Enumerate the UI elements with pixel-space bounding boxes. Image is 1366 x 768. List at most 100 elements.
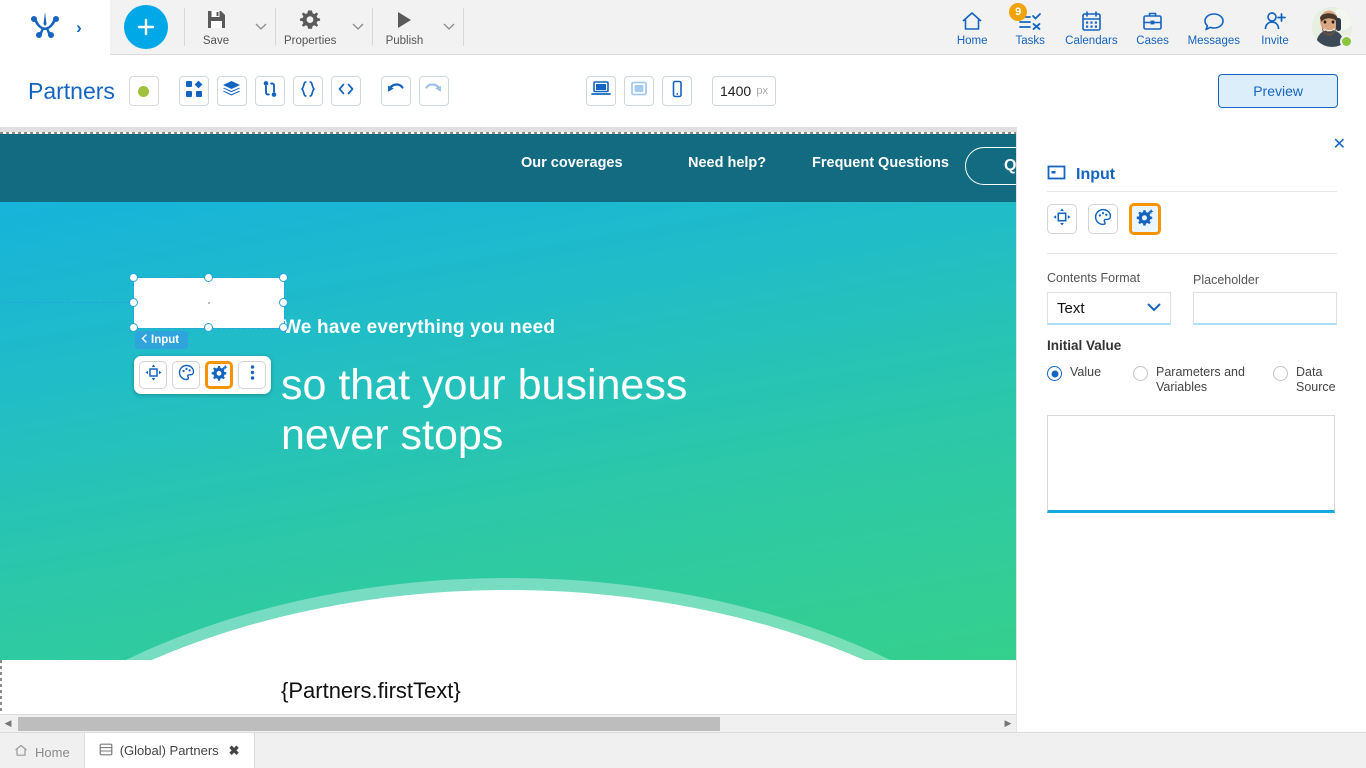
save-button[interactable]: Save — [185, 0, 247, 55]
bottom-tab-bar: Home (Global) Partners ✖ — [0, 732, 1366, 768]
chevron-down-icon — [255, 23, 267, 31]
move-resize-icon — [145, 364, 162, 386]
scrollbar-track[interactable] — [16, 715, 1000, 733]
device-desktop-button[interactable] — [586, 76, 616, 106]
save-dropdown-button[interactable] — [247, 0, 275, 55]
nav-item-messages[interactable]: Messages — [1182, 0, 1246, 55]
panel-tab-group — [1047, 203, 1161, 235]
avatar[interactable] — [1312, 7, 1353, 48]
widgets-icon — [185, 80, 203, 103]
page-title: Partners — [28, 77, 115, 104]
publish-dropdown-button[interactable] — [435, 0, 463, 55]
preview-button[interactable]: Preview — [1218, 74, 1338, 108]
chevron-right-icon[interactable]: › — [76, 19, 82, 36]
braces-button[interactable] — [292, 76, 323, 106]
bottom-tab-home-label: Home — [35, 744, 70, 760]
resize-handle-ne[interactable] — [279, 273, 288, 282]
more-options-button[interactable] — [238, 361, 266, 389]
selection-breadcrumb-tag[interactable]: Input — [135, 331, 189, 349]
panel-tab-settings[interactable] — [1129, 203, 1161, 235]
site-nav-frequent-questions[interactable]: Frequent Questions — [812, 155, 949, 171]
briefcase-icon — [1141, 8, 1164, 32]
resize-handle-se[interactable] — [279, 323, 288, 332]
resize-handle-n[interactable] — [204, 273, 213, 282]
canvas-horizontal-scrollbar[interactable]: ◀ ▶ — [0, 714, 1016, 732]
properties-dropdown-button[interactable] — [344, 0, 372, 55]
palette-icon — [1094, 208, 1112, 231]
resize-handle-nw[interactable] — [129, 273, 138, 282]
nav-item-tasks[interactable]: 9 Tasks — [1001, 0, 1059, 55]
nav-item-home[interactable]: Home — [943, 0, 1001, 55]
canvas-area[interactable]: Our coverages Need help? Frequent Questi… — [0, 127, 1016, 732]
canvas-width-unit: px — [756, 85, 768, 97]
panel-tab-style[interactable] — [1088, 204, 1118, 234]
top-nav-group: Home 9 Tasks Calendars Cases Messages In… — [943, 0, 1366, 55]
selected-input-widget[interactable] — [129, 273, 288, 332]
radio-option-value[interactable]: Value — [1047, 365, 1133, 395]
play-icon — [394, 8, 414, 32]
device-tablet-button[interactable] — [624, 76, 654, 106]
code-button[interactable] — [330, 76, 361, 106]
properties-button[interactable]: Properties — [276, 0, 344, 55]
radio-option-parameters-variables[interactable]: Parameters and Variables — [1133, 365, 1273, 395]
publish-button[interactable]: Publish — [373, 0, 435, 55]
bottom-tab-home[interactable]: Home — [0, 736, 84, 768]
site-nav-need-help[interactable]: Need help? — [688, 155, 766, 171]
radio-value-label: Value — [1070, 365, 1102, 379]
app-root: › Save Properties Publish Home 9 Tasks C… — [0, 0, 1366, 768]
invite-user-icon — [1263, 8, 1287, 32]
publish-tool-group: Publish — [373, 0, 463, 55]
site-header-cta-button[interactable]: Q — [965, 147, 1016, 185]
scroll-right-arrow[interactable]: ▶ — [1000, 718, 1016, 729]
close-icon[interactable]: ✕ — [1333, 137, 1346, 153]
data-flow-button[interactable] — [254, 76, 285, 106]
scroll-left-arrow[interactable]: ◀ — [0, 718, 16, 729]
canvas-width-field[interactable]: 1400 px — [712, 76, 776, 106]
resize-handle-s[interactable] — [204, 323, 213, 332]
layers-icon — [222, 80, 241, 103]
bottom-tab-global-partners[interactable]: (Global) Partners ✖ — [83, 732, 255, 768]
resize-handle-w[interactable] — [129, 298, 138, 307]
properties-tool-group: Properties — [276, 0, 372, 55]
nav-item-cases[interactable]: Cases — [1124, 0, 1182, 55]
resize-handle-e[interactable] — [279, 298, 288, 307]
radio-value-icon — [1047, 366, 1062, 381]
chevron-down-icon — [352, 23, 364, 31]
radio-option-data-source[interactable]: Data Source — [1273, 365, 1342, 395]
close-icon[interactable]: ✖ — [229, 743, 240, 759]
status-indicator-button[interactable] — [128, 76, 159, 106]
canvas-page[interactable]: Our coverages Need help? Frequent Questi… — [0, 132, 1016, 714]
body-text-block: {Partners.firstText} {Partners.secondTex… — [281, 674, 496, 714]
redo-button[interactable] — [418, 76, 449, 106]
contents-format-select[interactable]: Text — [1047, 292, 1171, 325]
bizagi-logo-icon — [28, 10, 62, 45]
data-flow-icon — [261, 80, 279, 103]
palette-icon-button[interactable] — [172, 361, 200, 389]
nav-item-invite[interactable]: Invite — [1246, 0, 1304, 55]
radio-data-source-label: Data Source — [1296, 365, 1336, 394]
scrollbar-thumb[interactable] — [18, 716, 720, 731]
save-tool-group: Save — [185, 0, 275, 55]
input-widget-icon — [1047, 163, 1066, 187]
add-button[interactable] — [124, 5, 168, 49]
widgets-button[interactable] — [178, 76, 209, 106]
undo-button[interactable] — [380, 76, 411, 106]
placeholder-input[interactable] — [1193, 292, 1337, 325]
move-resize-icon-button[interactable] — [139, 361, 167, 389]
hero-kicker: We have everything you need — [283, 317, 556, 338]
chevron-left-icon — [141, 334, 147, 346]
settings-sparkle-icon-button[interactable] — [205, 361, 233, 389]
initial-value-textarea[interactable] — [1047, 415, 1335, 513]
desktop-icon — [591, 80, 611, 102]
nav-item-calendars[interactable]: Calendars — [1059, 0, 1123, 55]
gear-icon — [299, 8, 321, 32]
panel-tab-move-resize[interactable] — [1047, 204, 1077, 234]
layers-button[interactable] — [216, 76, 247, 106]
chevron-down-icon — [443, 23, 455, 31]
device-mobile-button[interactable] — [662, 76, 692, 106]
contents-format-label: Contents Format — [1047, 271, 1141, 285]
properties-label: Properties — [284, 34, 337, 47]
site-nav-our-coverages[interactable]: Our coverages — [521, 155, 623, 171]
palette-icon — [178, 364, 195, 386]
initial-value-radio-group: Value Parameters and Variables Data Sour… — [1047, 365, 1347, 395]
